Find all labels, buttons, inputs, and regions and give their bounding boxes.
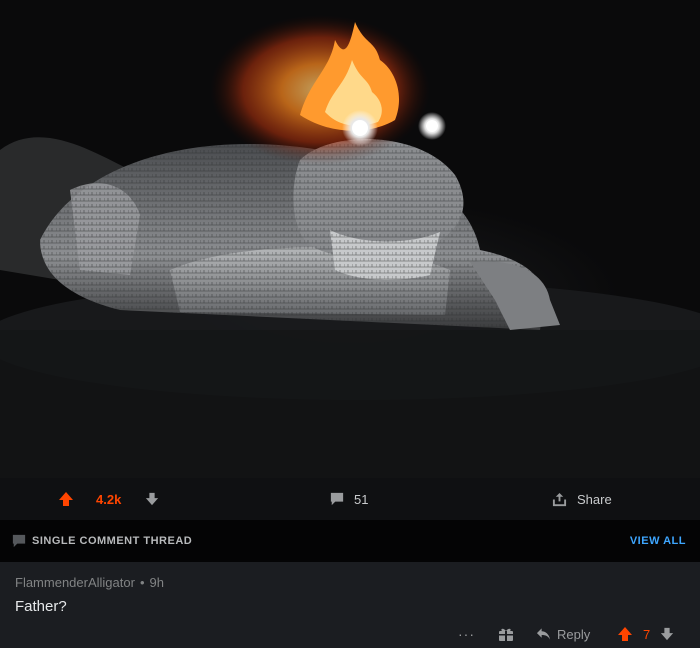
- post-vote-count: 4.2k: [96, 491, 122, 507]
- comment-thread-icon: [12, 534, 26, 548]
- share-icon: [552, 492, 567, 506]
- more-options-button[interactable]: ···: [458, 620, 475, 648]
- view-all-link[interactable]: VIEW ALL: [630, 520, 686, 562]
- thread-label: SINGLE COMMENT THREAD: [12, 520, 192, 562]
- share-label: Share: [577, 491, 612, 507]
- comment-actions: ··· Reply 7: [0, 620, 700, 648]
- comment-vote-group: 7: [617, 620, 674, 648]
- comment-vote-count: 7: [643, 626, 651, 642]
- reply-label: Reply: [557, 626, 591, 642]
- alligator-photo: [0, 15, 700, 478]
- thread-label-text: SINGLE COMMENT THREAD: [32, 535, 193, 547]
- downvote-arrow-icon[interactable]: [145, 492, 159, 506]
- comment-count: 51: [354, 491, 369, 507]
- post-vote-group: 4.2k: [58, 478, 159, 520]
- reply-button[interactable]: Reply: [536, 620, 590, 648]
- comment-upvote-icon[interactable]: [617, 626, 633, 642]
- share-button[interactable]: Share: [552, 478, 612, 520]
- comment-bubble-icon: [330, 492, 344, 506]
- post-image[interactable]: [0, 0, 700, 478]
- comment-body: Father?: [15, 598, 67, 615]
- comments-button[interactable]: 51: [330, 478, 368, 520]
- upvote-arrow-icon[interactable]: [58, 491, 74, 507]
- comment-downvote-icon[interactable]: [660, 627, 674, 641]
- comment-meta: FlammenderAlligator • 9h: [15, 575, 164, 590]
- meta-separator: •: [139, 575, 145, 590]
- post-action-bar: 4.2k 51 Share: [0, 478, 700, 520]
- thread-bar: SINGLE COMMENT THREAD VIEW ALL: [0, 520, 700, 562]
- award-button[interactable]: [498, 620, 514, 648]
- reply-arrow-icon: [536, 628, 551, 640]
- comment-age: 9h: [149, 575, 164, 590]
- gift-icon: [499, 628, 513, 641]
- comment: FlammenderAlligator • 9h Father? ··· Reply…: [0, 562, 700, 648]
- comment-author[interactable]: FlammenderAlligator: [15, 575, 135, 590]
